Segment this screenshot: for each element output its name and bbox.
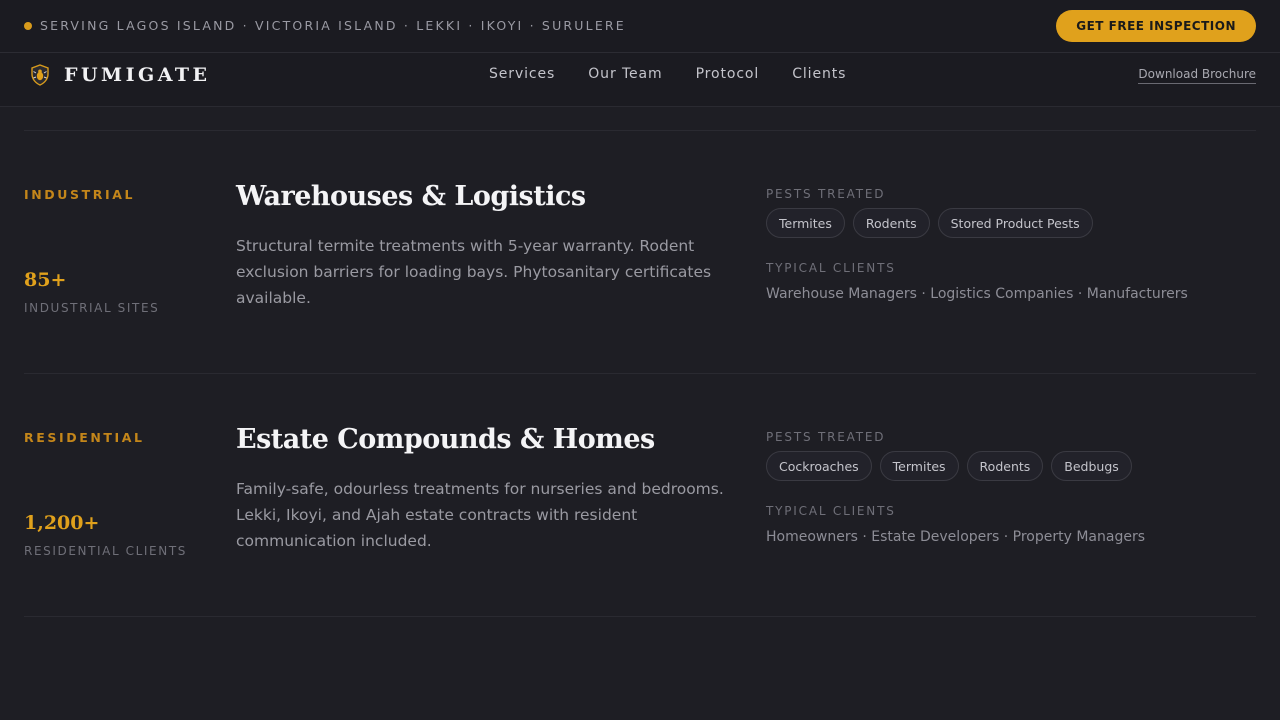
sector-category: INDUSTRIAL xyxy=(24,187,136,202)
pest-tag[interactable]: Cockroaches xyxy=(766,451,872,481)
typical-clients-list: Homeowners · Estate Developers · Propert… xyxy=(766,529,1146,545)
pests-treated-label: PESTS TREATED xyxy=(766,430,886,444)
service-area-text: SERVING LAGOS ISLAND · VICTORIA ISLAND ·… xyxy=(40,18,626,33)
nav-link-our-team[interactable]: Our Team xyxy=(588,66,662,82)
sector-stat-value: 1,200+ xyxy=(24,512,100,534)
section-divider xyxy=(24,373,1256,374)
service-area: SERVING LAGOS ISLAND · VICTORIA ISLAND ·… xyxy=(24,18,626,33)
pests-treated-label: PESTS TREATED xyxy=(766,187,886,201)
top-bar: SERVING LAGOS ISLAND · VICTORIA ISLAND ·… xyxy=(0,0,1280,53)
typical-clients-label: TYPICAL CLIENTS xyxy=(766,261,896,275)
sector-description: Structural termite treatments with 5-yea… xyxy=(236,237,712,307)
nav-link-clients[interactable]: Clients xyxy=(792,66,846,82)
sector-title: Warehouses & Logistics xyxy=(236,181,586,212)
pest-tag[interactable]: Termites xyxy=(879,451,959,481)
pest-tag[interactable]: Rodents xyxy=(852,208,930,238)
section-divider xyxy=(24,130,1256,131)
sector-title: Estate Compounds & Homes xyxy=(236,424,655,455)
sector-stat-label: RESIDENTIAL CLIENTS xyxy=(24,544,187,558)
free-inspection-button[interactable]: GET FREE INSPECTION xyxy=(1056,10,1256,42)
pest-tag[interactable]: Bedbugs xyxy=(1051,451,1132,481)
nav-link-services[interactable]: Services xyxy=(489,66,555,82)
sector-stat-label: INDUSTRIAL SITES xyxy=(24,301,160,315)
sector-row-industrial: INDUSTRIAL 85+ INDUSTRIAL SITES Warehous… xyxy=(0,181,1280,387)
nav-link-protocol[interactable]: Protocol xyxy=(696,66,760,82)
download-brochure-link[interactable]: Download Brochure xyxy=(1138,67,1256,84)
pest-tag[interactable]: Termites xyxy=(766,208,845,238)
typical-clients-label: TYPICAL CLIENTS xyxy=(766,504,896,518)
sector-category: RESIDENTIAL xyxy=(24,430,145,445)
logo[interactable]: FUMIGATE xyxy=(28,63,211,87)
shield-bug-icon xyxy=(31,64,49,86)
typical-clients-list: Warehouse Managers · Logistics Companies… xyxy=(766,286,1188,302)
nav-links: Services Our Team Protocol Clients xyxy=(489,66,846,82)
pest-tags: Termites Rodents Stored Product Pests xyxy=(766,208,1093,238)
navbar: FUMIGATE Services Our Team Protocol Clie… xyxy=(0,53,1280,107)
logo-text: FUMIGATE xyxy=(64,64,211,86)
sector-stat-value: 85+ xyxy=(24,269,67,291)
pest-tags: Cockroaches Termites Rodents Bedbugs xyxy=(766,451,1132,481)
sector-row-residential: RESIDENTIAL 1,200+ RESIDENTIAL CLIENTS E… xyxy=(0,424,1280,630)
pest-tag[interactable]: Rodents xyxy=(966,451,1044,481)
sector-description: Family-safe, odourless treatments for nu… xyxy=(236,480,724,550)
status-dot-icon xyxy=(24,21,32,30)
pest-tag[interactable]: Stored Product Pests xyxy=(937,208,1093,238)
section-divider xyxy=(24,616,1256,617)
